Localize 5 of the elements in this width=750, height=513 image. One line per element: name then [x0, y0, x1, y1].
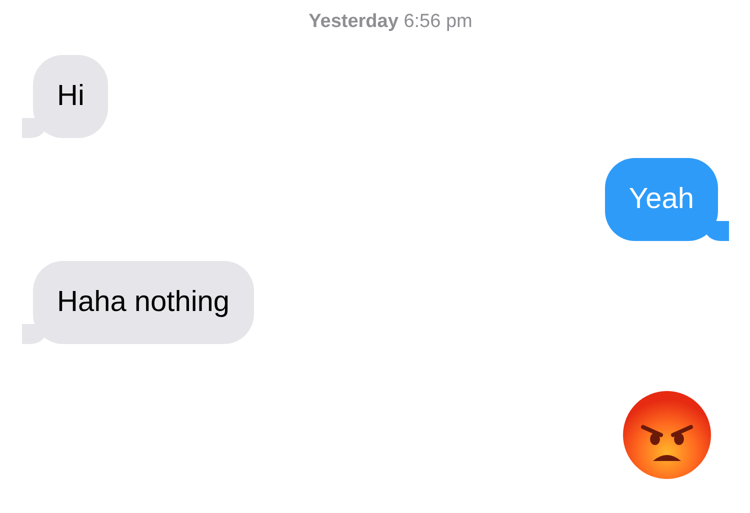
timestamp: Yesterday 6:56 pm	[308, 10, 472, 34]
angry-face-icon	[623, 391, 711, 479]
message-bubble: Hi	[22, 55, 108, 138]
message-bubble: Yeah	[604, 158, 729, 241]
message-bubble: Haha nothing	[22, 261, 254, 344]
